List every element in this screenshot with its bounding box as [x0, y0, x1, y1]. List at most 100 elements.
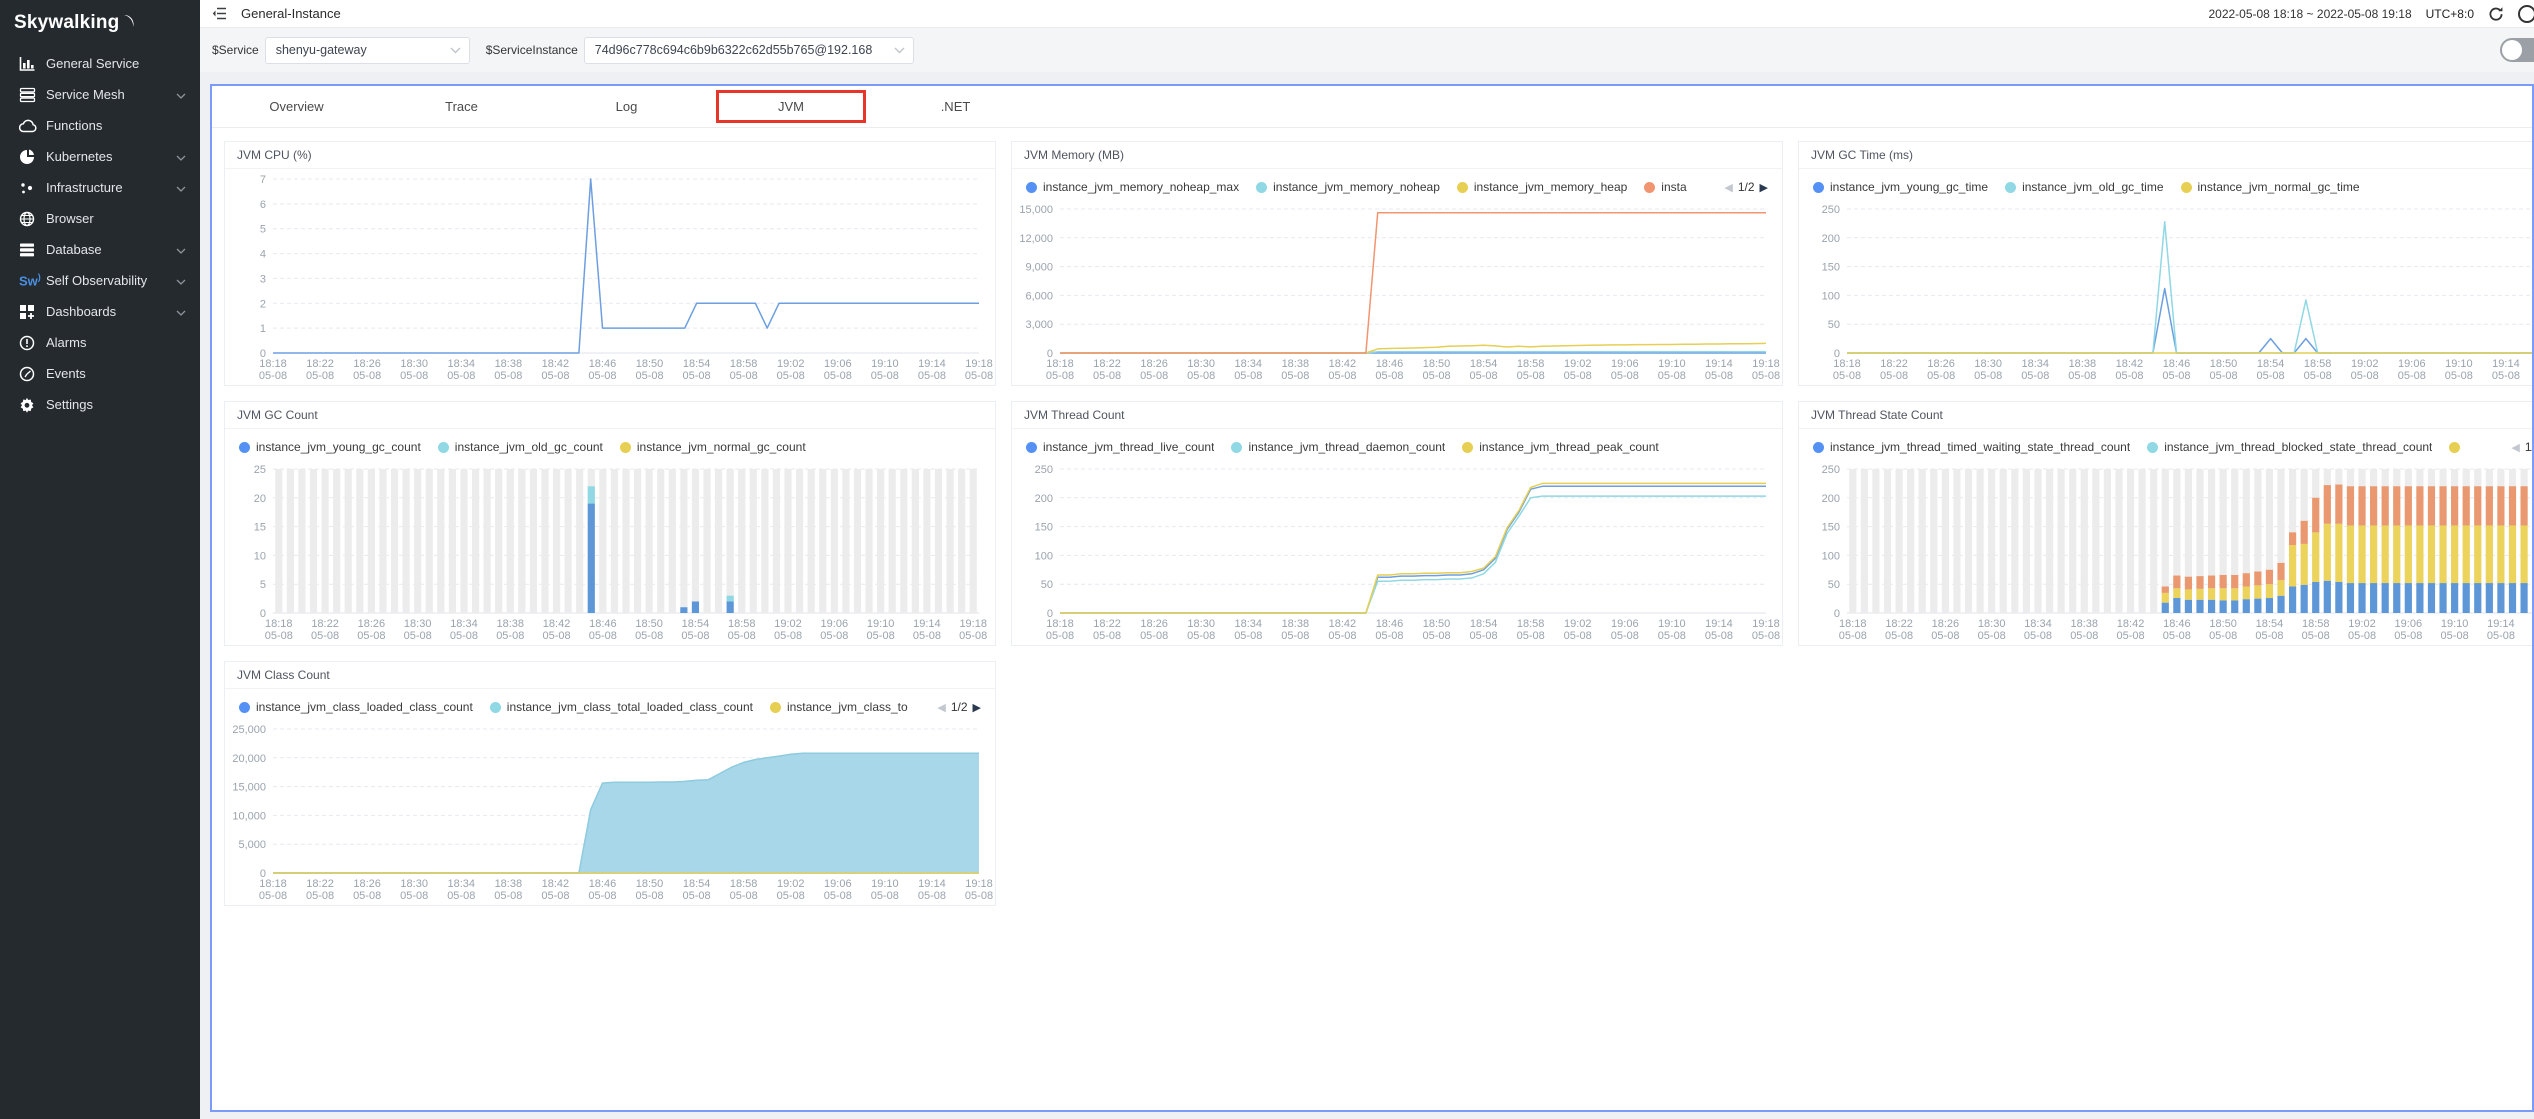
chart-plot-jvm-cpu[interactable]: 0123456718:1805-0818:2205-0818:2605-0818…: [225, 169, 993, 385]
tab-jvm[interactable]: JVM: [716, 90, 866, 123]
legend-item[interactable]: instance_jvm_class_to: [770, 700, 908, 714]
legend-item[interactable]: instance_jvm_memory_noheap: [1256, 180, 1440, 194]
legend-prev-icon[interactable]: ◀: [2511, 441, 2519, 454]
chart-plot-jvm-gc-time[interactable]: 05010015020025018:1805-0818:2205-0818:26…: [1799, 199, 2534, 385]
legend-prev-icon[interactable]: ◀: [1724, 181, 1732, 194]
chart-plot-jvm-thread-count[interactable]: 05010015020025018:1805-0818:2205-0818:26…: [1012, 459, 1780, 645]
chart-plot-jvm-gc-count[interactable]: 051015202518:1805-0818:2205-0818:2605-08…: [225, 459, 993, 645]
legend-dot-icon: [1462, 442, 1473, 453]
legend-next-icon[interactable]: ▶: [1760, 181, 1768, 194]
svg-text:05-08: 05-08: [1422, 630, 1450, 642]
svg-text:05-08: 05-08: [777, 890, 805, 902]
app-logo[interactable]: Skywalking: [0, 0, 200, 48]
svg-text:05-08: 05-08: [1880, 370, 1908, 382]
sidebar-item-functions[interactable]: Functions: [0, 110, 200, 141]
legend-item[interactable]: instance_jvm_thread_peak_count: [1462, 440, 1658, 454]
svg-text:05-08: 05-08: [1328, 370, 1356, 382]
layers-icon: [19, 87, 46, 103]
legend-item[interactable]: instance_jvm_young_gc_count: [239, 440, 421, 454]
legend-item[interactable]: instance_jvm_class_loaded_class_count: [239, 700, 473, 714]
legend-dot-icon: [1813, 182, 1824, 193]
legend-label: instance_jvm_memory_heap: [1474, 180, 1627, 194]
legend-item[interactable]: instance_jvm_memory_noheap_max: [1026, 180, 1239, 194]
service-select[interactable]: shenyu-gateway: [265, 37, 470, 64]
auto-refresh-toggle[interactable]: [2500, 38, 2534, 62]
sidebar-item-self-observability[interactable]: Sw)Self Observability: [0, 265, 200, 296]
chart-plot-jvm-memory[interactable]: 03,0006,0009,00012,00015,00018:1805-0818…: [1012, 199, 1780, 385]
sidebar-item-kubernetes[interactable]: Kubernetes: [0, 141, 200, 172]
svg-text:05-08: 05-08: [589, 630, 617, 642]
legend-item[interactable]: instance_jvm_thread_daemon_count: [1231, 440, 1445, 454]
sidebar-item-settings[interactable]: Settings: [0, 389, 200, 420]
legend-item[interactable]: instance_jvm_normal_gc_count: [620, 440, 806, 454]
svg-text:05-08: 05-08: [1658, 630, 1686, 642]
grid-plus-icon: [19, 304, 46, 320]
svg-text:05-08: 05-08: [774, 630, 802, 642]
legend-item[interactable]: instance_jvm_old_gc_count: [438, 440, 603, 454]
tab-trace[interactable]: Trace: [379, 90, 544, 123]
tab-overview[interactable]: Overview: [214, 90, 379, 123]
svg-text:19:14: 19:14: [913, 618, 941, 630]
refresh-icon[interactable]: [2488, 6, 2504, 22]
legend-item[interactable]: instance_jvm_normal_gc_time: [2181, 180, 2360, 194]
svg-text:18:22: 18:22: [1093, 618, 1121, 630]
svg-text:18:58: 18:58: [730, 358, 758, 370]
chart-plot-jvm-thread-state-count[interactable]: 05010015020025018:1805-0818:2205-0818:26…: [1799, 459, 2534, 645]
svg-text:18:42: 18:42: [2117, 618, 2145, 630]
legend-item[interactable]: instance_jvm_thread_blocked_state_thread…: [2147, 440, 2432, 454]
legend-prev-icon[interactable]: ◀: [937, 701, 945, 714]
chart-card-jvm-thread-state-count: JVM Thread State Countinstance_jvm_threa…: [1798, 401, 2534, 646]
svg-text:18:30: 18:30: [1187, 618, 1215, 630]
svg-text:18:38: 18:38: [495, 878, 523, 890]
svg-text:19:06: 19:06: [1611, 358, 1639, 370]
sidebar-item-browser[interactable]: Browser: [0, 203, 200, 234]
svg-text:19:02: 19:02: [2351, 358, 2379, 370]
svg-text:05-08: 05-08: [1705, 370, 1733, 382]
svg-text:200: 200: [1822, 493, 1840, 505]
legend-label: instance_jvm_young_gc_time: [1830, 180, 1988, 194]
timezone-label[interactable]: UTC+8:0: [2426, 7, 2474, 21]
svg-text:18:58: 18:58: [1517, 618, 1545, 630]
tab-net[interactable]: .NET: [873, 90, 1038, 123]
svg-text:05-08: 05-08: [1705, 630, 1733, 642]
sidebar-item-general-service[interactable]: General Service: [0, 48, 200, 79]
legend-item[interactable]: insta: [1644, 180, 1686, 194]
legend-item[interactable]: instance_jvm_memory_heap: [1457, 180, 1627, 194]
svg-text:05-08: 05-08: [965, 890, 993, 902]
chevron-down-icon: [176, 242, 186, 257]
sidebar-item-infrastructure[interactable]: Infrastructure: [0, 172, 200, 203]
clock-icon[interactable]: [2518, 5, 2534, 23]
legend-item[interactable]: instance_jvm_thread_timed_waiting_state_…: [1813, 440, 2130, 454]
legend-item[interactable]: [2449, 442, 2466, 453]
legend-item[interactable]: instance_jvm_young_gc_time: [1813, 180, 1988, 194]
chevron-down-icon: [176, 87, 186, 102]
chart-plot-jvm-class-count[interactable]: 05,00010,00015,00020,00025,00018:1805-08…: [225, 719, 993, 905]
legend-label: instance_jvm_normal_gc_count: [637, 440, 806, 454]
svg-text:18:26: 18:26: [1927, 358, 1955, 370]
svg-text:18:22: 18:22: [311, 618, 339, 630]
svg-text:18:46: 18:46: [589, 878, 617, 890]
legend-item[interactable]: instance_jvm_old_gc_time: [2005, 180, 2163, 194]
legend-next-icon[interactable]: ▶: [973, 701, 981, 714]
legend-label: instance_jvm_old_gc_time: [2022, 180, 2163, 194]
svg-text:100: 100: [1035, 550, 1053, 562]
svg-text:19:06: 19:06: [2398, 358, 2426, 370]
time-range-picker[interactable]: 2022-05-08 18:18 ~ 2022-05-08 19:18: [2208, 7, 2411, 21]
sidebar-item-events[interactable]: Events: [0, 358, 200, 389]
instance-select[interactable]: 74d96c778c694c6b9b6322c62d55b765@192.168: [584, 37, 914, 64]
sidebar-item-dashboards[interactable]: Dashboards: [0, 296, 200, 327]
sidebar-item-database[interactable]: Database: [0, 234, 200, 265]
svg-text:19:10: 19:10: [2445, 358, 2473, 370]
collapse-sidebar-icon[interactable]: [212, 7, 227, 20]
tab-log[interactable]: Log: [544, 90, 709, 123]
svg-text:3: 3: [260, 273, 266, 285]
svg-text:18:34: 18:34: [1235, 618, 1263, 630]
svg-text:05-08: 05-08: [2116, 630, 2144, 642]
svg-text:05-08: 05-08: [824, 890, 852, 902]
svg-text:05-08: 05-08: [494, 370, 522, 382]
legend-dot-icon: [1026, 442, 1037, 453]
legend-item[interactable]: instance_jvm_class_total_loaded_class_co…: [490, 700, 753, 714]
legend-item[interactable]: instance_jvm_thread_live_count: [1026, 440, 1214, 454]
sidebar-item-alarms[interactable]: Alarms: [0, 327, 200, 358]
sidebar-item-service-mesh[interactable]: Service Mesh: [0, 79, 200, 110]
